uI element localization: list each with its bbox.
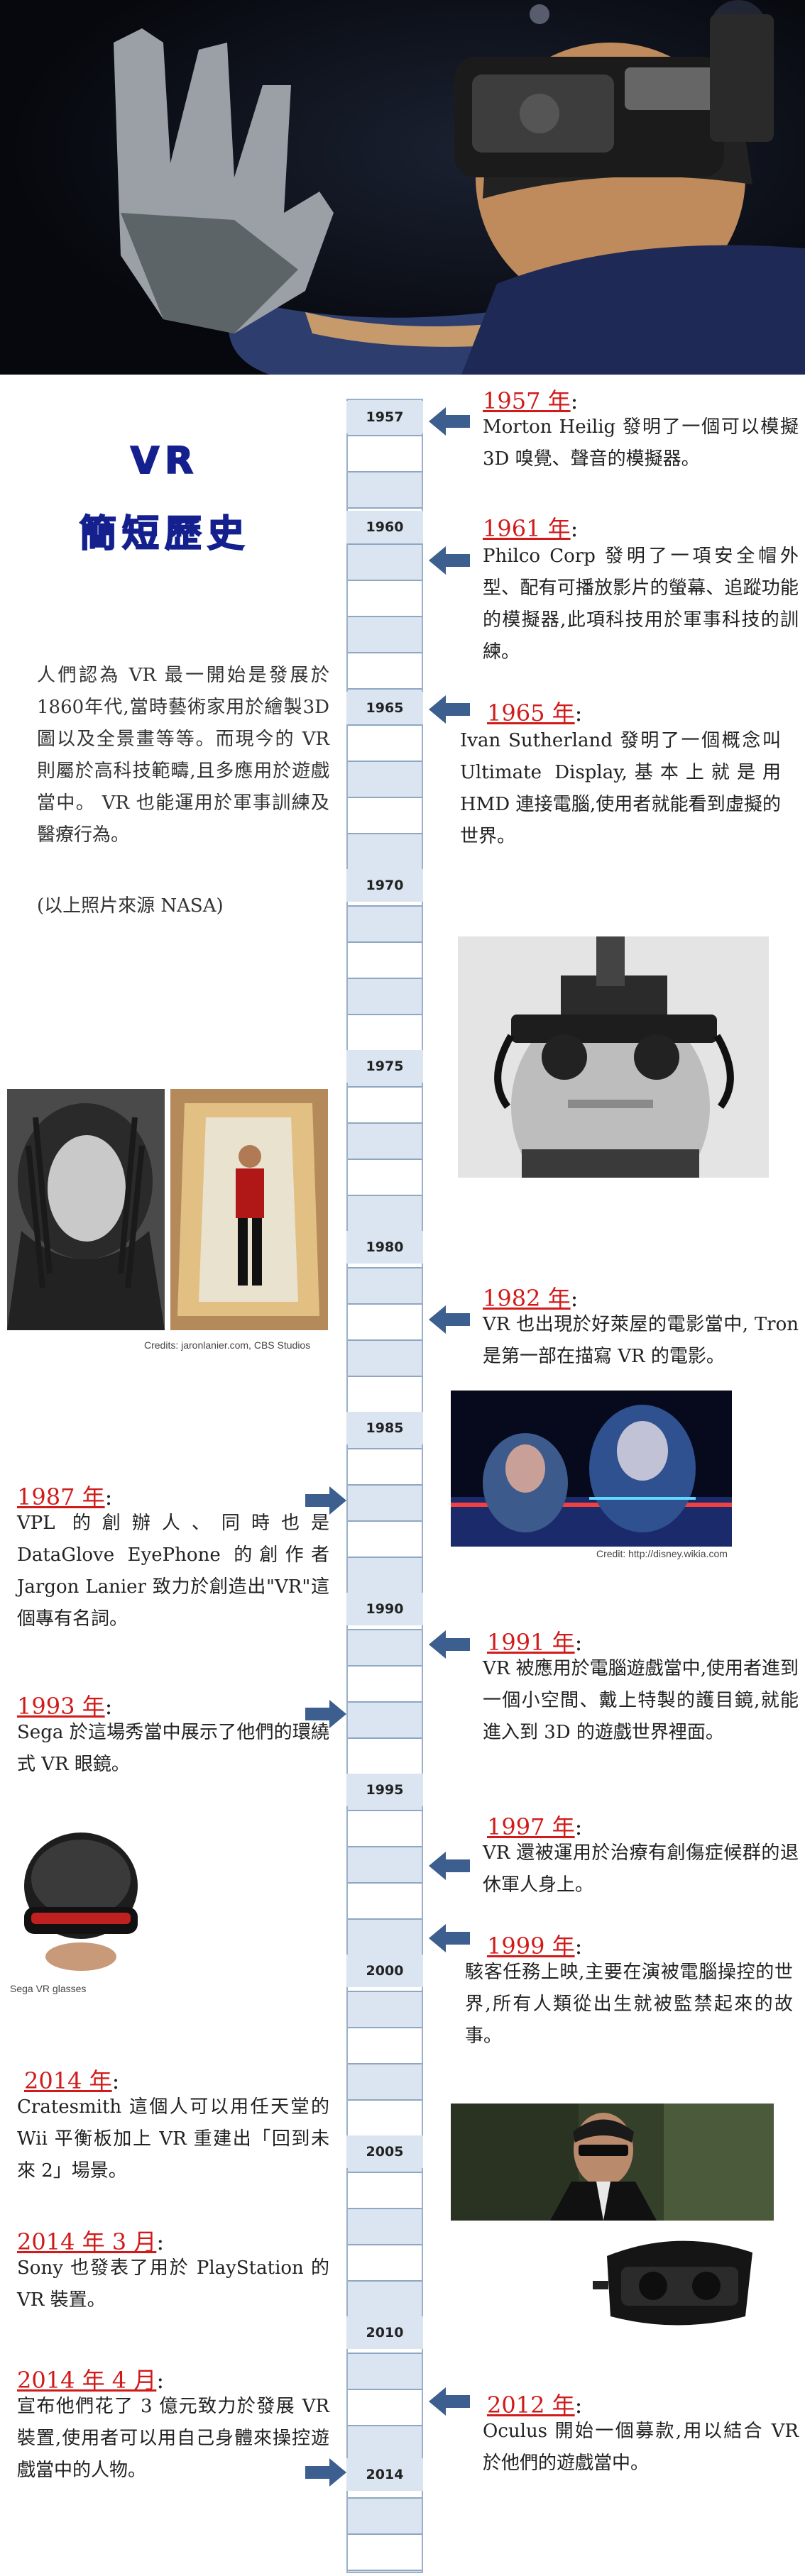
star-trek-holodeck-photo xyxy=(170,1089,328,1330)
jaron-lanier-photo xyxy=(7,1089,165,1330)
arrow-left-icon xyxy=(429,1924,470,1952)
timeline-bar xyxy=(346,399,423,2573)
timeline-year-2005: 2005 xyxy=(346,2135,423,2168)
photo-source-note: (以上照片來源 NASA) xyxy=(37,895,224,917)
arrow-left-icon xyxy=(429,2387,470,2416)
entry-1957-text: Morton Heilig 發明了一個可以模擬 3D 嗅覺、聲音的模擬器。 xyxy=(483,416,799,470)
entry-1961-text: Philco Corp 發明了一項安全帽外型、配有可播放影片的螢幕、追蹤功能的模… xyxy=(483,546,799,663)
arrow-left-icon xyxy=(429,1305,470,1334)
tron-movie-photo xyxy=(451,1391,732,1547)
timeline-year-1965: 1965 xyxy=(346,692,423,724)
hero-photo xyxy=(0,0,805,375)
entry-2014-march-text: Sony 也發表了用於 PlayStation 的 VR 裝置。 xyxy=(17,2257,329,2311)
timeline-year-1957: 1957 xyxy=(346,401,423,433)
matrix-agent-photo xyxy=(451,2104,774,2221)
entry-1961-year: 1961 年: xyxy=(483,515,579,542)
arrow-left-icon xyxy=(429,546,470,575)
entry-1993-text: Sega 於這場秀當中展示了他們的環繞式 VR 眼鏡。 xyxy=(17,1722,329,1775)
timeline-year-1990: 1990 xyxy=(346,1593,423,1625)
intro-paragraph: 人們認為 VR 最一開始是發展於1860年代,當時藝術家用於繪製3D圖以及全景畫… xyxy=(37,665,329,846)
arrow-left-icon xyxy=(429,1630,470,1659)
timeline-year-1975: 1975 xyxy=(346,1050,423,1083)
entry-1965-year: 1965 年: xyxy=(487,700,583,726)
timeline-year-1995: 1995 xyxy=(346,1774,423,1806)
title-vr: VR xyxy=(130,439,199,483)
entry-1991-text: VR 被應用於電腦遊戲當中,使用者進到一個小空間、戴上特製的護目鏡,就能進入到 … xyxy=(483,1658,799,1743)
sega-vr-glasses-photo xyxy=(10,1822,152,1974)
entry-1997-text: VR 還被運用於治療有創傷症候群的退休軍人身上。 xyxy=(483,1842,799,1896)
sutherland-hmd-photo xyxy=(458,936,769,1178)
lanier-photo-caption: Credits: jaronlanier.com, CBS Studios xyxy=(144,1339,311,1351)
timeline-year-2014: 2014 xyxy=(346,2458,423,2491)
timeline-year-1980: 1980 xyxy=(346,1231,423,1264)
timeline-year-1985: 1985 xyxy=(346,1412,423,1444)
timeline-year-2000: 2000 xyxy=(346,1955,423,1987)
oculus-rift-photo xyxy=(593,2228,763,2338)
timeline-year-1970: 1970 xyxy=(346,869,423,902)
timeline-year-1960: 1960 xyxy=(346,511,423,543)
arrow-left-icon xyxy=(429,1852,470,1880)
sega-photo-caption: Sega VR glasses xyxy=(10,1983,87,1994)
entry-1987-text: VPL 的創辦人、同時也是 DataGlove EyePhone 的創作者 Ja… xyxy=(17,1513,329,1630)
tron-photo-caption: Credit: http://disney.wikia.com xyxy=(596,1548,728,1559)
entry-2012-text: Oculus 開始一個募款,用以結合 VR 於他們的遊戲當中。 xyxy=(483,2421,799,2474)
timeline-year-2010: 2010 xyxy=(346,2316,423,2349)
arrow-left-icon xyxy=(429,695,470,724)
arrow-left-icon xyxy=(429,407,470,436)
title-brief-history: 簡短歷史 xyxy=(79,512,250,556)
entry-1982-text: VR 也出現於好萊屋的電影當中, Tron 是第一部在描寫 VR 的電影。 xyxy=(483,1314,799,1367)
entry-1965-text: Ivan Sutherland 發明了一個概念叫 Ultimate Displa… xyxy=(460,730,781,847)
entry-1999-text: 駭客任務上映,主要在演被電腦操控的世界,所有人類從出生就被監禁起來的故事。 xyxy=(465,1962,793,2047)
entry-2014-april-text: 宣布他們花了 3 億元致力於發展 VR 裝置,使用者可以用自己身體來操控遊戲當中… xyxy=(17,2396,329,2481)
entry-2014-text: Cratesmith 這個人可以用任天堂的 Wii 平衡板加上 VR 重建出「回… xyxy=(17,2096,329,2182)
